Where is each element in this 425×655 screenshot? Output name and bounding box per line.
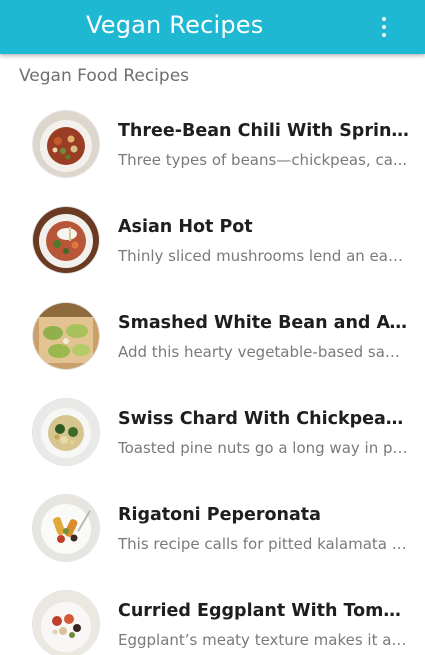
recipe-title: Rigatoni Peperonata (118, 505, 321, 525)
recipe-title: Three-Bean Chili With Spring Pe... (118, 121, 410, 141)
recipe-list-item[interactable]: Curried Eggplant With Tomatoe... Eggplan… (0, 575, 425, 655)
recipe-thumbnail (33, 303, 99, 369)
recipe-title: Swiss Chard With Chickpeas an... (118, 409, 410, 429)
recipe-description: Thinly sliced mushrooms lend an eart... (118, 247, 408, 265)
recipe-list-item[interactable]: Rigatoni Peperonata This recipe calls fo… (0, 479, 425, 575)
recipe-description: This recipe calls for pitted kalamata o.… (118, 535, 408, 553)
app-bar: Vegan Recipes (0, 0, 425, 54)
recipe-title: Curried Eggplant With Tomatoe... (118, 601, 410, 621)
recipe-description: Eggplant’s meaty texture makes it a g... (118, 631, 408, 649)
recipe-list-item[interactable]: Swiss Chard With Chickpeas an... Toasted… (0, 383, 425, 479)
recipe-thumbnail (33, 591, 99, 655)
recipe-thumbnail (33, 495, 99, 561)
recipe-thumbnail (33, 207, 99, 273)
overflow-dot (382, 33, 386, 37)
recipe-thumbnail (33, 111, 99, 177)
recipe-title: Asian Hot Pot (118, 217, 253, 237)
overflow-dot (382, 25, 386, 29)
recipe-description: Add this hearty vegetable-based sand... (118, 343, 408, 361)
app-title: Vegan Recipes (86, 11, 264, 39)
section-header: Vegan Food Recipes (19, 66, 190, 86)
overflow-dot (382, 17, 386, 21)
recipe-description: Toasted pine nuts go a long way in pr... (118, 439, 408, 457)
recipe-list-item[interactable]: Smashed White Bean and Avoca... Add this… (0, 287, 425, 383)
recipe-thumbnail (33, 399, 99, 465)
recipe-list-item[interactable]: Three-Bean Chili With Spring Pe... Three… (0, 95, 425, 191)
recipe-list-item[interactable]: Asian Hot Pot Thinly sliced mushrooms le… (0, 191, 425, 287)
recipe-list: Three-Bean Chili With Spring Pe... Three… (0, 95, 425, 655)
recipe-description: Three types of beans—chickpeas, ca... (118, 151, 408, 169)
more-options-icon[interactable] (373, 15, 395, 39)
recipe-title: Smashed White Bean and Avoca... (118, 313, 410, 333)
